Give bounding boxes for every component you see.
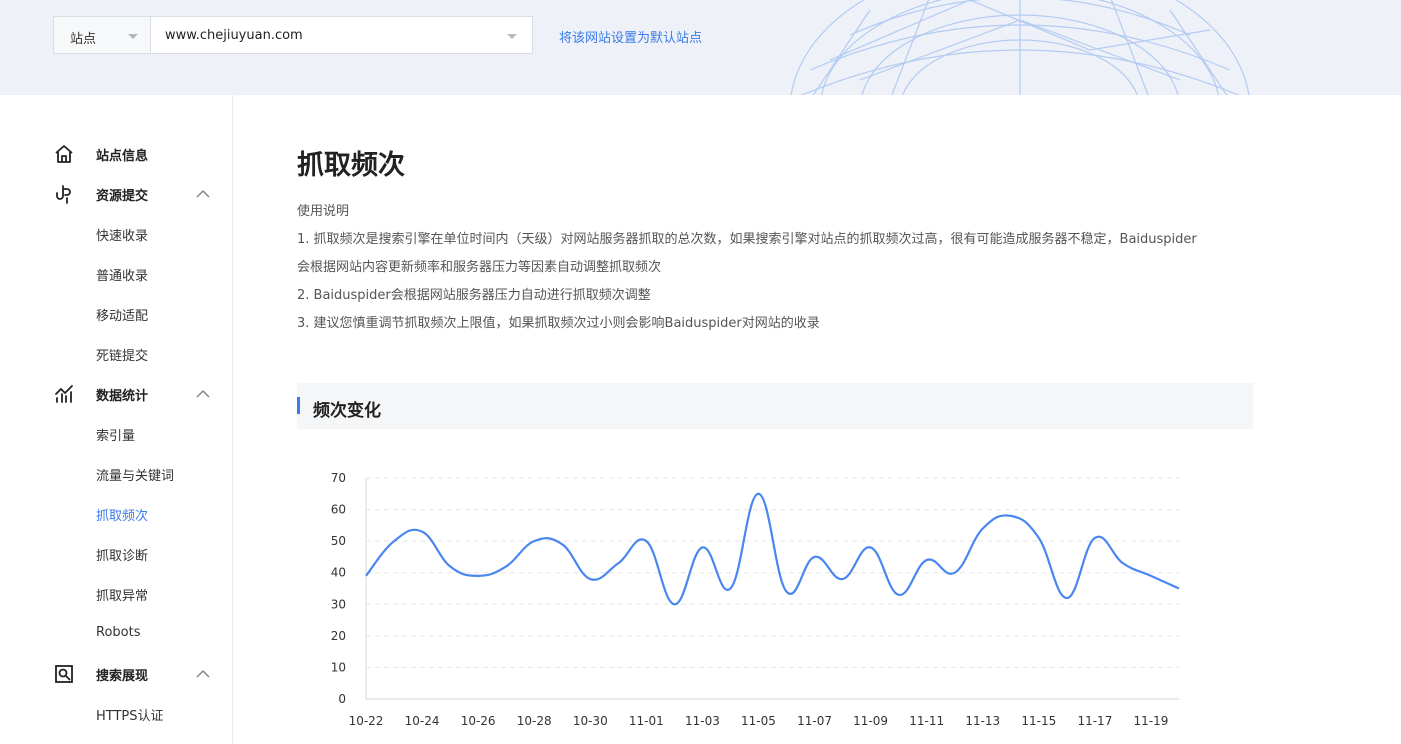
sidebar-group-site-info[interactable]: 站点信息: [0, 136, 232, 172]
sidebar-item-robots[interactable]: Robots: [96, 625, 140, 640]
main-content: 抓取频次 使用说明 1. 抓取频次是搜索引擎在单位时间内（天级）对网站服务器抓取…: [233, 95, 1401, 744]
sidebar-group-search-display[interactable]: 搜索展现: [0, 656, 232, 692]
submit-icon: [56, 185, 71, 204]
x-tick-label: 10-22: [349, 714, 384, 728]
x-tick-label: 11-19: [1134, 714, 1169, 728]
sidebar-group-title: 搜索展现: [96, 669, 149, 684]
sidebar-item-quick-index[interactable]: 快速收录: [96, 225, 148, 244]
sidebar-item-crawl-diagnosis[interactable]: 抓取诊断: [96, 545, 148, 564]
site-url-value: www.chejiuyuan.com: [165, 28, 303, 43]
sidebar-item-traffic-keywords[interactable]: 流量与关键词: [96, 465, 174, 484]
sidebar-item-index-volume[interactable]: 索引量: [96, 425, 135, 444]
sidebar-item-deadlink-submit[interactable]: 死链提交: [96, 345, 148, 364]
search-display-icon: [55, 665, 73, 683]
x-tick-label: 11-05: [741, 714, 776, 728]
sidebar-item-crawl-errors[interactable]: 抓取异常: [96, 585, 148, 604]
chevron-down-icon: [128, 34, 138, 39]
series-line: [365, 492, 1180, 606]
y-tick-label: 0: [338, 692, 346, 706]
home-icon: [55, 145, 73, 163]
stats-icon: [55, 385, 73, 403]
y-tick-label: 40: [331, 566, 346, 580]
globe-decoration: [790, 0, 1250, 95]
set-default-site-link[interactable]: 将该网站设置为默认站点: [559, 27, 702, 46]
chevron-up-icon[interactable]: [196, 387, 210, 401]
crawl-frequency-chart: 0 10 20 30 40 50 60 70 10-22 10-24 10-26 10-28 10-30…: [331, 471, 1180, 728]
sidebar-group-title: 站点信息: [96, 149, 149, 164]
x-tick-label: 11-15: [1021, 714, 1056, 728]
x-tick-label: 11-11: [909, 714, 944, 728]
sidebar-group-title: 数据统计: [96, 389, 149, 404]
x-tick-label: 11-09: [853, 714, 888, 728]
sidebar-item-crawl-frequency[interactable]: 抓取频次: [96, 505, 148, 524]
sidebar-group-resource-submit[interactable]: 资源提交: [0, 176, 232, 212]
y-tick-label: 60: [331, 503, 346, 517]
y-tick-label: 10: [331, 660, 346, 674]
site-url-select[interactable]: www.chejiuyuan.com: [151, 16, 533, 54]
chevron-up-icon[interactable]: [196, 667, 210, 681]
top-bar: 站点 www.chejiuyuan.com 将该网站设置为默认站点: [0, 0, 1401, 95]
x-tick-label: 10-24: [405, 714, 440, 728]
sidebar-group-title: 资源提交: [96, 189, 149, 204]
sidebar-item-mobile-adapt[interactable]: 移动适配: [96, 305, 148, 324]
sidebar-group-data-stats[interactable]: 数据统计: [0, 376, 232, 412]
site-type-select[interactable]: 站点: [53, 16, 151, 54]
x-tick-label: 11-01: [629, 714, 664, 728]
y-tick-label: 70: [331, 471, 346, 485]
x-tick-label: 10-26: [461, 714, 496, 728]
y-tick-label: 50: [331, 534, 346, 548]
x-tick-label: 11-13: [965, 714, 1000, 728]
y-tick-label: 20: [331, 629, 346, 643]
x-tick-label: 11-03: [685, 714, 720, 728]
x-tick-label: 11-07: [797, 714, 832, 728]
x-tick-label: 10-28: [517, 714, 552, 728]
sidebar-item-https-auth[interactable]: HTTPS认证: [96, 705, 164, 724]
sidebar-item-normal-index[interactable]: 普通收录: [96, 265, 148, 284]
chevron-up-icon[interactable]: [196, 187, 210, 201]
x-tick-label: 10-30: [573, 714, 608, 728]
x-tick-label: 11-17: [1077, 714, 1112, 728]
y-tick-label: 30: [331, 597, 346, 611]
chevron-down-icon: [507, 34, 517, 39]
sidebar: 站点信息 资源提交 快速收录 普通收录 移动适配 死链提交 数据统计 索引量 流…: [0, 95, 233, 744]
site-type-label: 站点: [70, 32, 97, 47]
